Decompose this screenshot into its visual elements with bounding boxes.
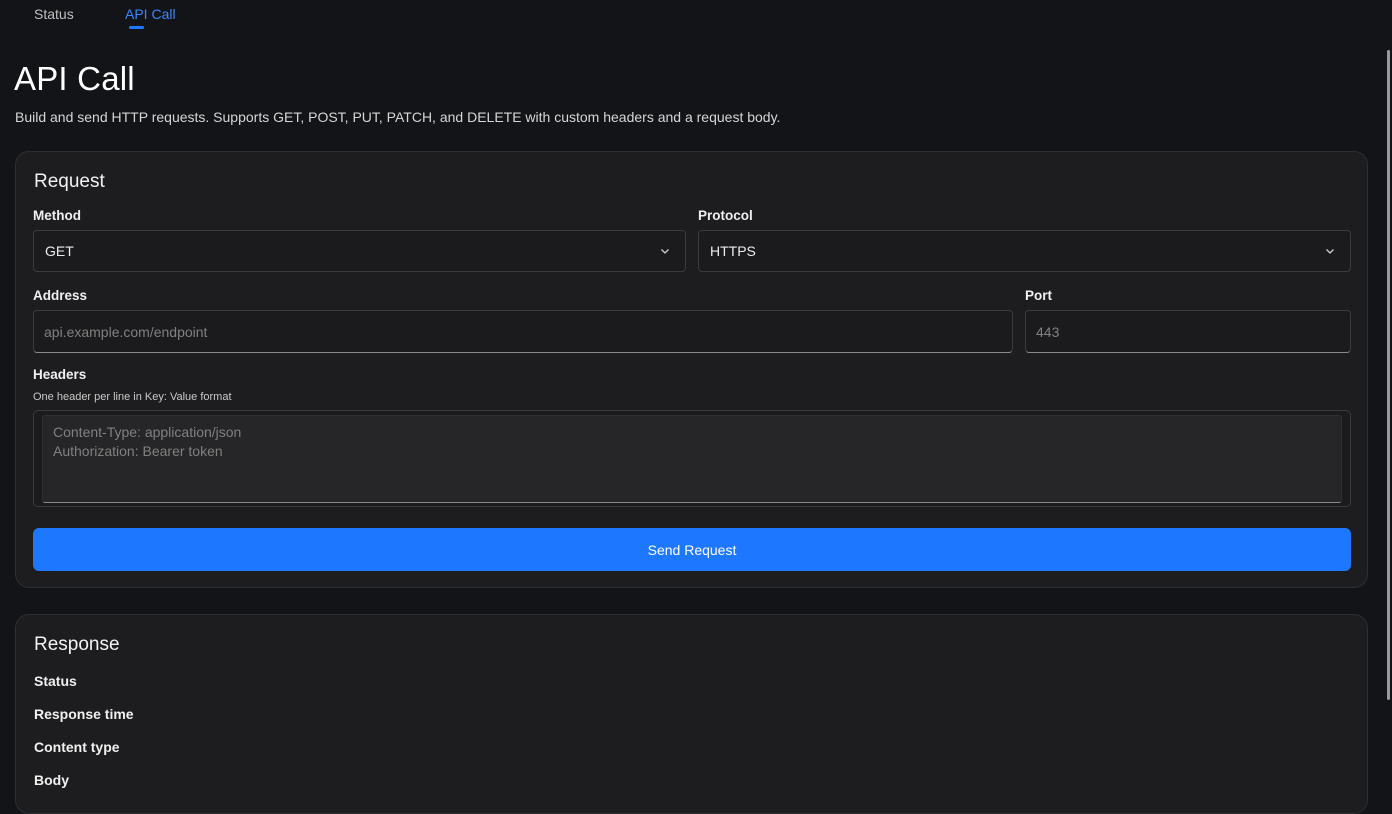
tab-api-call[interactable]: API Call <box>125 0 176 32</box>
protocol-select[interactable]: HTTPS <box>698 230 1351 272</box>
request-card-title: Request <box>34 171 105 192</box>
response-content-type-label: Content type <box>34 739 120 755</box>
port-input[interactable] <box>1025 310 1351 353</box>
tab-status-label: Status <box>34 6 74 22</box>
headers-label: Headers <box>33 367 87 382</box>
port-label: Port <box>1025 288 1052 303</box>
headers-textarea[interactable] <box>42 415 1342 503</box>
request-card: Request Method GET Protocol HTTPS Addres… <box>15 151 1368 588</box>
tab-bar: Status API Call <box>34 0 176 32</box>
response-card-title: Response <box>34 634 120 655</box>
method-select[interactable]: GET <box>33 230 686 272</box>
response-card: Response Status Response time Content ty… <box>15 614 1368 814</box>
chevron-down-icon <box>661 249 669 254</box>
response-time-label: Response time <box>34 706 134 722</box>
tab-status[interactable]: Status <box>34 0 125 32</box>
page-title: API Call <box>14 60 135 97</box>
address-label: Address <box>33 288 88 303</box>
protocol-label: Protocol <box>698 208 753 223</box>
method-label: Method <box>33 208 81 223</box>
address-input[interactable] <box>33 310 1013 353</box>
response-body-label: Body <box>34 772 69 788</box>
tab-api-call-label: API Call <box>125 6 176 22</box>
headers-hint: One header per line in Key: Value format <box>33 391 232 403</box>
method-select-value: GET <box>45 243 74 259</box>
response-status-label: Status <box>34 673 77 689</box>
page-scrollbar[interactable] <box>1387 50 1390 700</box>
active-tab-indicator <box>129 26 144 29</box>
page-subtitle: Build and send HTTP requests. Supports G… <box>15 109 781 125</box>
chevron-down-icon <box>1326 249 1334 254</box>
protocol-select-value: HTTPS <box>710 243 756 259</box>
headers-field <box>33 410 1351 507</box>
send-request-button[interactable]: Send Request <box>33 528 1351 571</box>
